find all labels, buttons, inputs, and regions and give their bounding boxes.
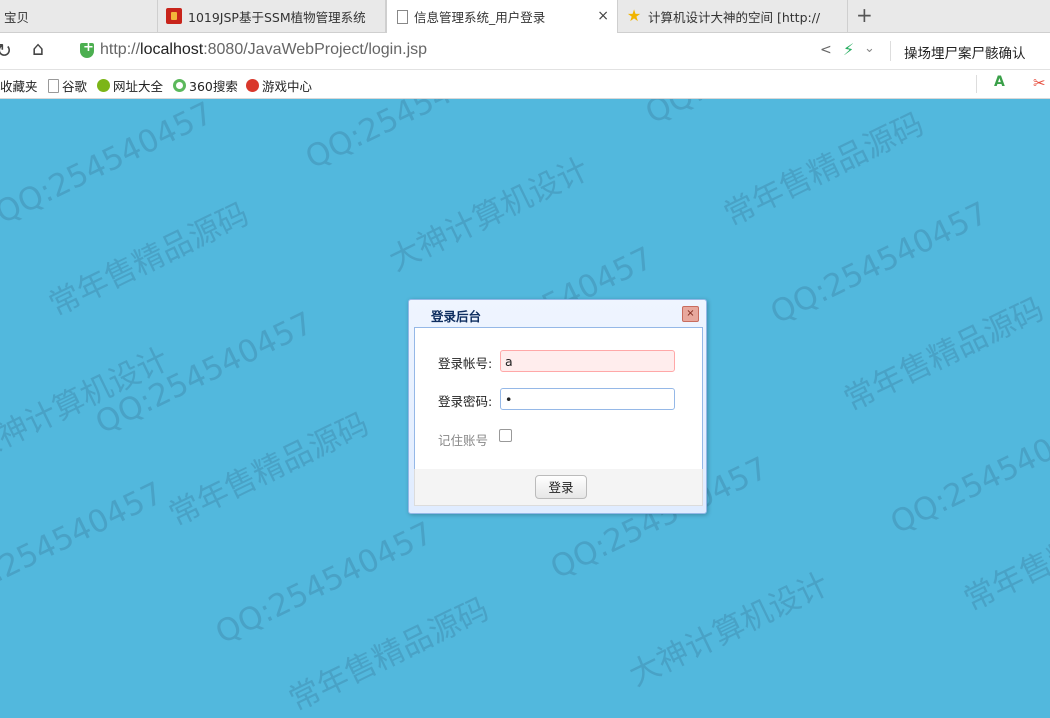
close-icon[interactable]: × xyxy=(682,306,699,322)
share-icon[interactable]: < xyxy=(820,42,832,58)
scissors-icon[interactable]: ✂ xyxy=(1033,74,1046,92)
watermark: QQ:254540457 xyxy=(90,305,319,442)
tab-designer-space[interactable]: ★ 计算机设计大神的空间 [http:// xyxy=(618,0,848,32)
password-input[interactable] xyxy=(500,388,675,410)
url-field[interactable]: http://localhost:8080/JavaWebProject/log… xyxy=(100,41,427,59)
star-icon: ★ xyxy=(626,6,642,25)
tab-1[interactable]: 宝贝 xyxy=(0,0,158,32)
watermark: 常年售精品源码 xyxy=(163,406,375,534)
watermark: 常年售精品源码 xyxy=(958,491,1050,619)
dialog-body: 登录帐号: 登录密码: 记住账号 xyxy=(414,327,703,470)
remember-label: 记住账号 xyxy=(438,433,489,448)
account-input[interactable] xyxy=(500,350,675,372)
tab-label: 宝贝 xyxy=(4,9,30,25)
watermark: 常年售精品源码 xyxy=(718,106,930,234)
watermark: 常年售精品源码 xyxy=(43,196,255,324)
dialog-title: 登录后台 xyxy=(431,309,482,324)
bookmark-url-directory[interactable]: 网址大全 xyxy=(97,76,163,95)
watermark: QQ:254540457 xyxy=(765,195,994,332)
watermark: QQ:254540457 xyxy=(885,405,1050,542)
bookmark-favorites[interactable]: 收藏夹 xyxy=(0,76,38,95)
dialog-footer: 登录 xyxy=(414,469,703,506)
home-icon[interactable]: ⌂ xyxy=(32,38,44,60)
bookmark-game-center[interactable]: 游戏中心 xyxy=(246,76,312,95)
tab-plant-system[interactable]: 1019JSP基于SSM植物管理系统 xyxy=(158,0,386,32)
globe-icon xyxy=(97,79,110,92)
game-icon xyxy=(246,79,259,92)
login-button[interactable]: 登录 xyxy=(535,475,587,499)
divider xyxy=(890,41,891,61)
account-label: 登录帐号: xyxy=(438,356,493,371)
close-icon[interactable]: × xyxy=(597,8,609,24)
lightning-icon[interactable]: ⚡ xyxy=(843,40,854,59)
ring-icon xyxy=(173,79,186,92)
watermark: QQ:254540457 xyxy=(0,99,219,232)
watermark: 大神计算机设计 xyxy=(0,341,175,469)
login-dialog: 登录后台 × 登录帐号: 登录密码: 记住账号 登录 xyxy=(408,299,707,514)
tab-user-login[interactable]: 信息管理系统_用户登录 × xyxy=(386,0,618,33)
watermark: 大神计算机设计 xyxy=(623,566,835,694)
remember-checkbox[interactable] xyxy=(499,429,512,442)
chevron-down-icon[interactable]: ⌄ xyxy=(864,41,875,56)
new-tab-button[interactable]: + xyxy=(856,3,873,27)
search-suggestion[interactable]: 操场埋尸案尸骸确认 xyxy=(904,42,1026,62)
watermark: 常年售精品源码 xyxy=(283,591,495,718)
tab-strip: 宝贝 1019JSP基于SSM植物管理系统 信息管理系统_用户登录 × ★ 计算… xyxy=(0,0,1050,33)
watermark: QQ:254540457 xyxy=(210,515,439,652)
doc-icon xyxy=(48,78,59,93)
watermark: 常年售精品源码 xyxy=(838,291,1050,419)
shield-icon xyxy=(80,40,94,58)
password-label: 登录密码: xyxy=(438,394,493,409)
bookmark-google[interactable]: 谷歌 xyxy=(48,76,87,95)
page-background: QQ:254540457 常年售精品源码 QQ:254540457 常年售精品源… xyxy=(0,99,1050,718)
tab-label: 计算机设计大神的空间 [http:// xyxy=(648,9,821,25)
watermark: QQ:254540457 xyxy=(640,99,869,131)
divider xyxy=(976,75,977,93)
watermark: QQ:254540457 xyxy=(0,475,169,612)
bookmarks-bar: 收藏夹 谷歌 网址大全 360搜索 游戏中心 A ✂ xyxy=(0,70,1050,99)
translate-icon[interactable]: A xyxy=(994,74,1005,90)
gift-icon xyxy=(166,8,182,24)
refresh-icon[interactable]: ↻ xyxy=(0,40,12,62)
watermark: 大神计算机设计 xyxy=(383,151,595,279)
bookmark-360-search[interactable]: 360搜索 xyxy=(173,76,238,95)
tab-label: 1019JSP基于SSM植物管理系统 xyxy=(188,9,366,25)
address-bar: ↻ ⌂ http://localhost:8080/JavaWebProject… xyxy=(0,33,1050,70)
page-icon xyxy=(397,9,408,24)
watermark: QQ:254540457 xyxy=(300,99,529,177)
tab-label: 信息管理系统_用户登录 xyxy=(414,10,546,25)
